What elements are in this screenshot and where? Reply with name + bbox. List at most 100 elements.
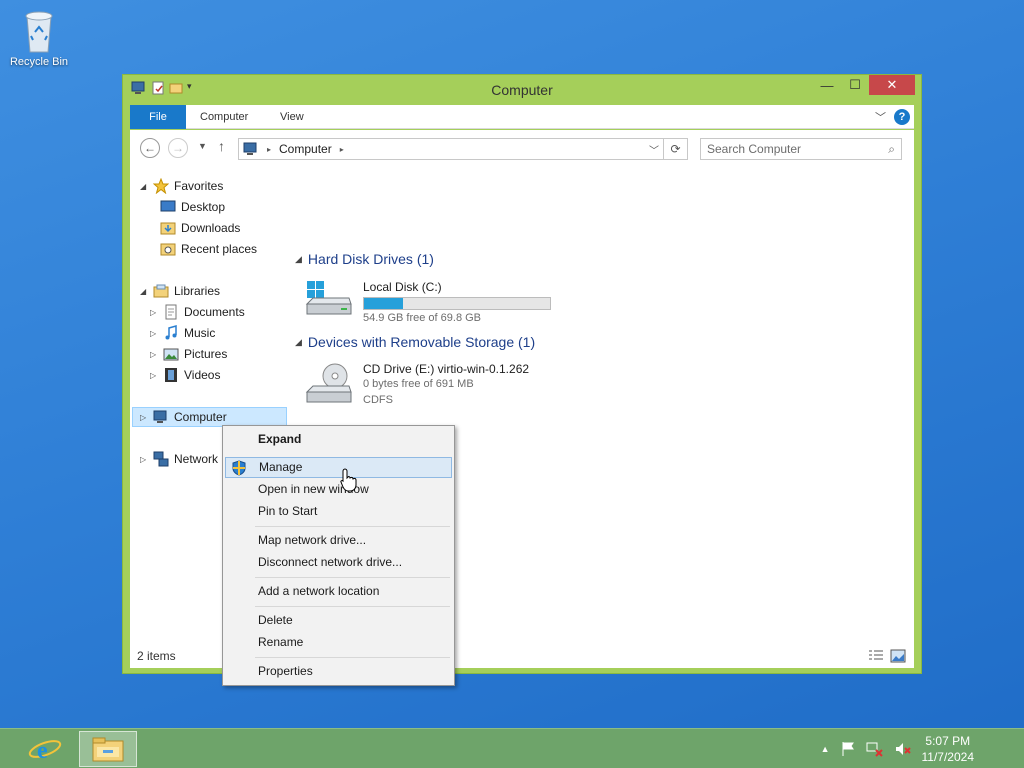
search-icon: ⌕ [888, 141, 895, 156]
computer-icon [243, 142, 257, 155]
nav-desktop[interactable]: Desktop [160, 197, 225, 217]
star-icon [153, 178, 169, 194]
back-button[interactable]: ← [140, 138, 160, 158]
expand-arrow-icon[interactable]: ▷ [150, 329, 158, 338]
tab-view[interactable]: View [280, 105, 304, 129]
menu-separator [255, 606, 450, 607]
menu-item-delete[interactable]: Delete [225, 610, 452, 631]
drive-cd-e[interactable]: CD Drive (E:) virtio-win-0.1.262 0 bytes… [305, 362, 585, 406]
large-icons-view-icon[interactable] [890, 649, 906, 663]
menu-item-manage[interactable]: Manage [225, 457, 452, 478]
title-bar[interactable]: ▾ Computer — ☐ ✕ [123, 75, 921, 103]
menu-item-properties[interactable]: Properties [225, 661, 452, 682]
menu-item-manage-label: Manage [259, 460, 303, 474]
nav-videos[interactable]: ▷ Videos [150, 365, 220, 385]
nav-network[interactable]: ▷ Network [140, 449, 218, 469]
hard-drive-icon [305, 281, 352, 315]
drive-c-usage-bar [363, 297, 551, 310]
drive-e-name: CD Drive (E:) virtio-win-0.1.262 [363, 362, 530, 376]
group-header-hard-disks[interactable]: ◢ Hard Disk Drives (1) [295, 249, 895, 269]
maximize-button[interactable]: ☐ [841, 75, 869, 95]
help-button[interactable]: ? [894, 109, 910, 125]
nav-computer-label: Computer [174, 410, 227, 424]
refresh-button[interactable]: ⟳ [664, 138, 688, 160]
collapse-arrow-icon[interactable]: ◢ [140, 182, 148, 191]
expand-ribbon-icon[interactable]: ﹀ [875, 109, 886, 125]
clock[interactable]: 5:07 PM 11/7/2024 [922, 733, 975, 765]
recycle-bin-desktop-icon[interactable]: Recycle Bin [6, 6, 72, 68]
clock-time: 5:07 PM [925, 734, 971, 748]
file-explorer-button[interactable] [79, 731, 137, 767]
cd-drive-icon [305, 363, 352, 403]
menu-separator [255, 577, 450, 578]
navigation-bar: ← → ▼ ↑ ▸ Computer ▸ ﹀ ⟳ Search Computer… [130, 130, 914, 166]
nav-pictures[interactable]: ▷ Pictures [150, 344, 227, 364]
recent-places-icon [160, 243, 176, 256]
menu-item-pin-to-start[interactable]: Pin to Start [225, 501, 452, 522]
menu-item-rename[interactable]: Rename [225, 632, 452, 653]
drive-e-free-space: 0 bytes free of 691 MB [363, 378, 474, 390]
expand-arrow-icon[interactable]: ▷ [140, 455, 148, 464]
close-button[interactable]: ✕ [869, 75, 915, 95]
nav-favorites-label: Favorites [174, 179, 224, 193]
volume-muted-icon[interactable] [894, 741, 912, 757]
collapse-arrow-icon[interactable]: ◢ [295, 254, 302, 265]
group-header-removable[interactable]: ◢ Devices with Removable Storage (1) [295, 332, 895, 352]
group-hard-disks-label: Hard Disk Drives (1) [307, 251, 434, 267]
tab-file[interactable]: File [130, 105, 186, 129]
network-status-icon[interactable] [866, 741, 884, 757]
nav-documents-label: Documents [184, 305, 245, 319]
up-button[interactable]: ↑ [218, 138, 225, 154]
show-hidden-icons-icon[interactable]: ▲ [821, 744, 830, 754]
expand-arrow-icon[interactable]: ▷ [150, 371, 158, 380]
search-placeholder: Search Computer [707, 142, 802, 156]
menu-item-add-network-location[interactable]: Add a network location [225, 581, 452, 602]
breadcrumb-computer[interactable]: Computer [279, 142, 332, 156]
address-dropdown-icon[interactable]: ﹀ [649, 142, 659, 157]
tab-computer[interactable]: Computer [200, 105, 248, 129]
expand-arrow-icon[interactable]: ▷ [140, 413, 148, 422]
nav-music[interactable]: ▷ Music [150, 323, 215, 343]
menu-item-expand[interactable]: Expand [225, 429, 452, 450]
forward-button[interactable]: → [168, 138, 188, 158]
downloads-folder-icon [160, 222, 176, 235]
nav-libraries[interactable]: ◢ Libraries [140, 281, 220, 301]
nav-recent-places[interactable]: Recent places [160, 239, 257, 259]
address-bar[interactable]: ▸ Computer ▸ ﹀ [238, 138, 664, 160]
collapse-arrow-icon[interactable]: ◢ [140, 287, 148, 296]
libraries-icon [153, 284, 169, 298]
internet-explorer-button[interactable]: e [16, 731, 74, 767]
expand-arrow-icon[interactable]: ▷ [150, 308, 158, 317]
action-center-flag-icon[interactable] [840, 741, 856, 757]
recent-locations-icon[interactable]: ▼ [198, 141, 207, 151]
details-view-icon[interactable] [868, 649, 884, 663]
computer-icon [153, 410, 167, 423]
breadcrumb-separator-icon[interactable]: ▸ [267, 145, 271, 154]
videos-icon [165, 368, 177, 382]
search-input[interactable]: Search Computer ⌕ [700, 138, 902, 160]
drive-local-disk-c[interactable]: Local Disk (C:) 54.9 GB free of 69.8 GB [305, 280, 565, 324]
menu-item-open-new-window[interactable]: Open in new window [225, 479, 452, 500]
system-tray: ▲ 5:07 PM 11/7/2024 [821, 729, 1024, 768]
minimize-button[interactable]: — [813, 75, 841, 95]
expand-arrow-icon[interactable]: ▷ [150, 350, 158, 359]
nav-favorites[interactable]: ◢ Favorites [140, 176, 223, 196]
breadcrumb-separator-icon[interactable]: ▸ [340, 145, 344, 154]
collapse-arrow-icon[interactable]: ◢ [295, 337, 302, 348]
internet-explorer-icon: e [28, 738, 62, 764]
drive-c-free-space: 54.9 GB free of 69.8 GB [363, 312, 482, 324]
hand-cursor-icon [340, 468, 357, 492]
svg-text:e: e [37, 738, 48, 764]
menu-separator [255, 526, 450, 527]
menu-item-disconnect-network-drive[interactable]: Disconnect network drive... [225, 552, 452, 573]
nav-desktop-label: Desktop [181, 200, 226, 214]
menu-item-map-network-drive[interactable]: Map network drive... [225, 530, 452, 551]
nav-documents[interactable]: ▷ Documents [150, 302, 245, 322]
nav-computer[interactable]: ▷ Computer [132, 407, 287, 427]
nav-libraries-label: Libraries [174, 284, 221, 298]
nav-network-label: Network [174, 452, 219, 466]
clock-date: 11/7/2024 [921, 750, 975, 764]
nav-downloads[interactable]: Downloads [160, 218, 240, 238]
pictures-icon [163, 348, 179, 361]
drive-e-filesystem: CDFS [363, 394, 393, 406]
